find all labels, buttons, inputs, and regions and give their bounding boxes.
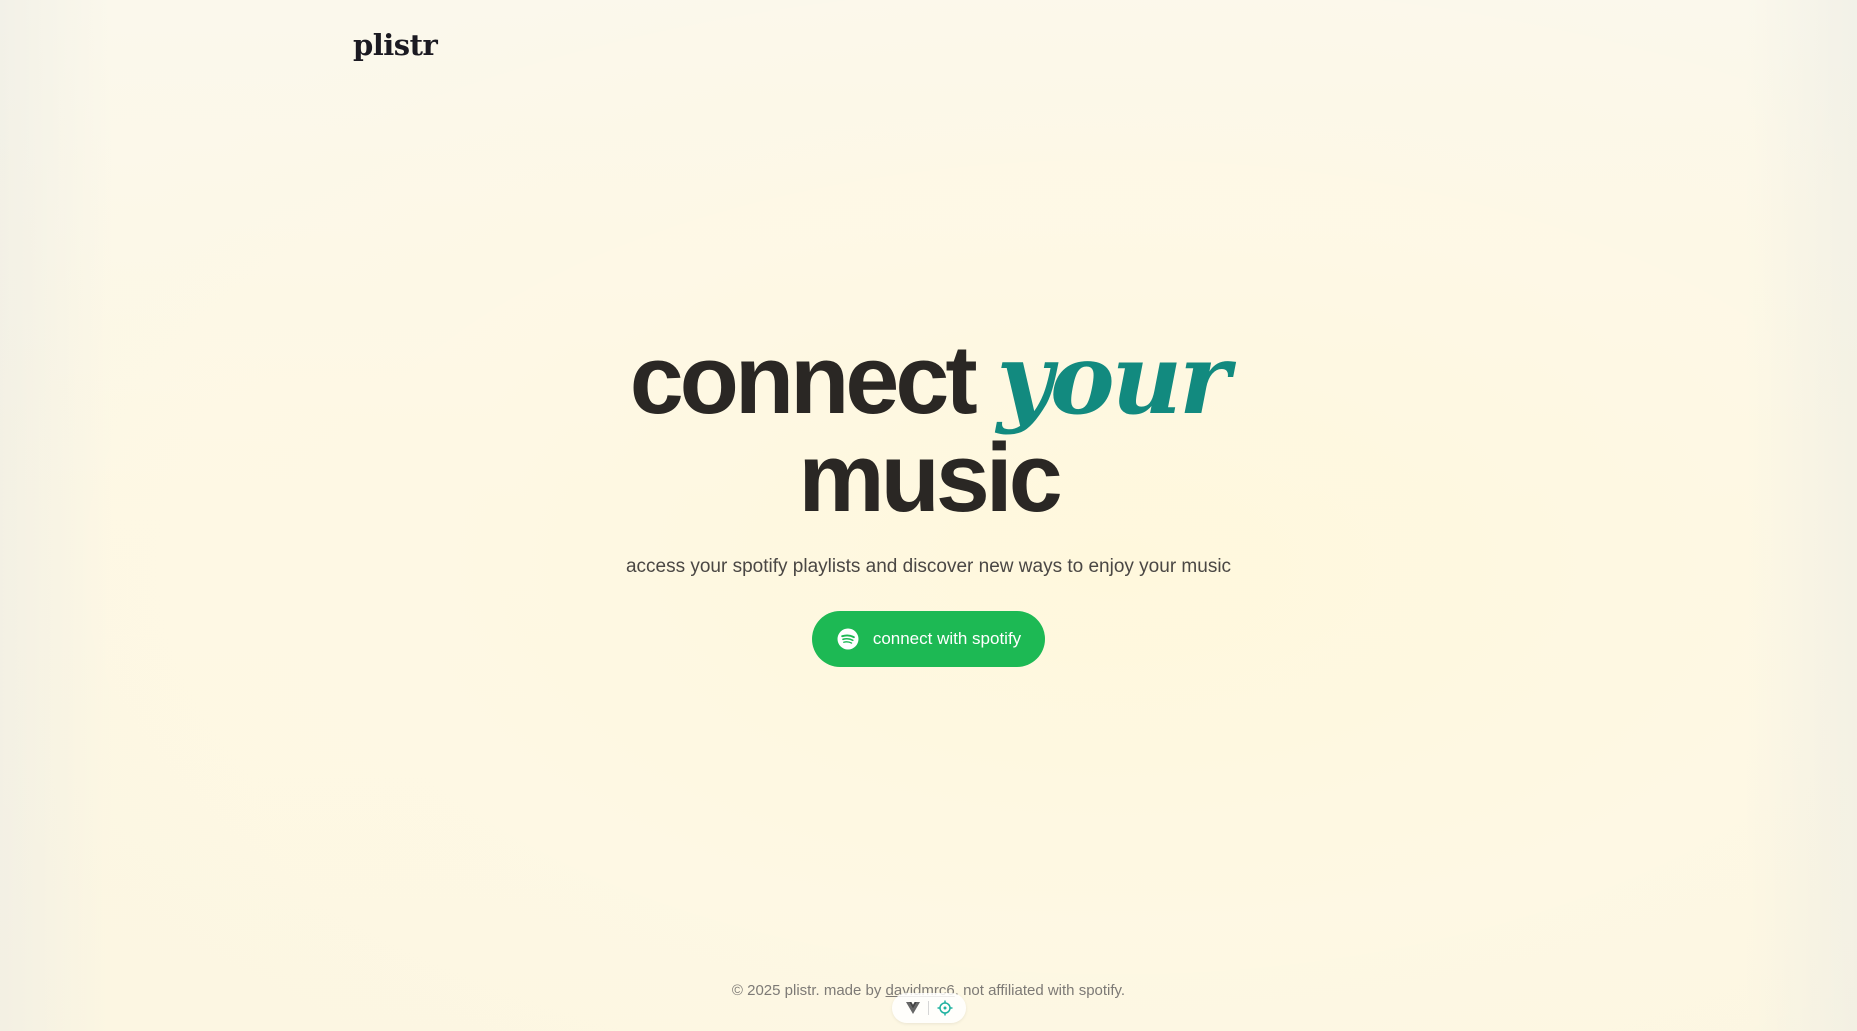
devtools-separator [927,1001,929,1015]
headline-word-music: music [798,423,1062,532]
connect-spotify-button[interactable]: connect with spotify [811,611,1046,667]
hero-section: connect your music access your spotify p… [0,330,1857,667]
footer-copyright: © 2025 plistr. made by [731,982,882,999]
devtools-toolbar [892,993,966,1023]
connect-spotify-label: connect with spotify [872,629,1022,648]
spotify-icon [837,628,859,650]
footer-disclaimer: . not affiliated with spotify. [954,982,1126,999]
site-logo[interactable]: plistr [353,28,438,62]
headline-word-connect: connect [629,325,978,434]
inspector-target-icon[interactable] [937,1000,953,1016]
headline-accent-word: your [996,322,1231,436]
hero-headline: connect your music [0,330,1857,527]
hero-subtitle: access your spotify playlists and discov… [625,556,1232,577]
vue-logo-icon[interactable] [905,1002,920,1014]
